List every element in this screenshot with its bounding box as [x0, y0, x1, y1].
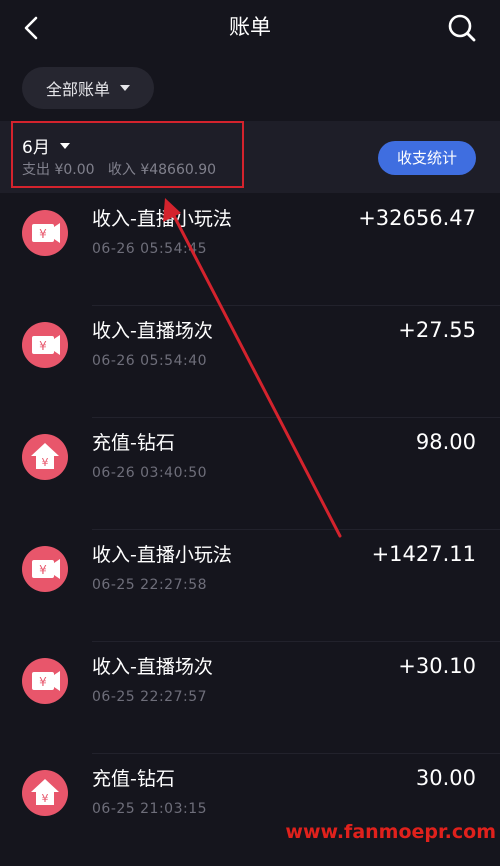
transaction-icon-badge: ¥: [22, 546, 68, 592]
page-title: 账单: [229, 15, 271, 39]
yen-ticket-icon: ¥: [32, 559, 60, 579]
search-button[interactable]: [446, 12, 478, 44]
list-item[interactable]: ¥ 充值-钻石 06-26 03:40:50 98.00: [0, 418, 500, 530]
transaction-title: 充值-钻石: [92, 768, 175, 790]
yen-ticket-icon: ¥: [32, 335, 60, 355]
svg-text:¥: ¥: [42, 456, 49, 469]
transaction-amount: +32656.47: [358, 206, 476, 230]
transaction-time: 06-25 22:27:57: [92, 689, 208, 705]
transaction-icon-badge: ¥: [22, 770, 68, 816]
transaction-time: 06-26 05:54:40: [92, 353, 208, 369]
svg-text:¥: ¥: [39, 563, 47, 577]
list-item[interactable]: ¥ 收入-直播小玩法 06-25 22:27:58 +1427.11: [0, 530, 500, 642]
transaction-title: 收入-直播小玩法: [92, 208, 232, 230]
transaction-icon-badge: ¥: [22, 658, 68, 704]
transaction-time: 06-25 22:27:58: [92, 577, 208, 593]
transaction-time: 06-26 05:54:45: [92, 241, 208, 257]
yen-ticket-icon: ¥: [32, 223, 60, 243]
svg-text:¥: ¥: [42, 792, 49, 805]
svg-text:¥: ¥: [39, 227, 47, 241]
transaction-icon-badge: ¥: [22, 322, 68, 368]
bill-filter-label: 全部账单: [45, 80, 110, 99]
search-icon: [448, 14, 476, 42]
transaction-title: 收入-直播场次: [92, 656, 213, 678]
recharge-house-icon: ¥: [31, 443, 59, 469]
transaction-amount: +27.55: [398, 318, 476, 342]
transaction-title: 收入-直播场次: [92, 320, 213, 342]
annotation-highlight-box: [11, 121, 244, 188]
caret-down-icon: [120, 85, 130, 91]
transaction-title: 收入-直播小玩法: [92, 544, 232, 566]
list-item[interactable]: ¥ 收入-直播场次 06-26 05:54:40 +27.55: [0, 306, 500, 418]
transaction-icon-badge: ¥: [22, 210, 68, 256]
list-item[interactable]: ¥ 收入-直播场次 06-25 22:27:57 +30.10: [0, 642, 500, 754]
transaction-amount: 98.00: [415, 430, 476, 454]
list-item[interactable]: ¥ 充值-钻石 06-25 21:03:15 30.00: [0, 754, 500, 866]
yen-ticket-icon: ¥: [32, 671, 60, 691]
transaction-time: 06-26 03:40:50: [92, 465, 208, 481]
recharge-house-icon: ¥: [31, 779, 59, 805]
transaction-icon-badge: ¥: [22, 434, 68, 480]
transaction-list: ¥ 收入-直播小玩法 06-26 05:54:45 +32656.47 ¥ 收入…: [0, 194, 500, 866]
transaction-amount: 30.00: [415, 766, 476, 790]
list-item[interactable]: ¥ 收入-直播小玩法 06-26 05:54:45 +32656.47: [0, 194, 500, 306]
svg-text:¥: ¥: [39, 339, 47, 353]
bill-filter-dropdown[interactable]: 全部账单: [22, 67, 154, 109]
transaction-title: 充值-钻石: [92, 432, 175, 454]
transaction-amount: +1427.11: [371, 542, 476, 566]
watermark-text: www.fanmoepr.com: [285, 821, 496, 843]
income-expense-stats-button[interactable]: 收支统计: [378, 141, 476, 175]
transaction-amount: +30.10: [398, 654, 476, 678]
svg-text:¥: ¥: [39, 675, 47, 689]
app-header: 账单: [0, 0, 500, 56]
transaction-time: 06-25 21:03:15: [92, 801, 208, 817]
